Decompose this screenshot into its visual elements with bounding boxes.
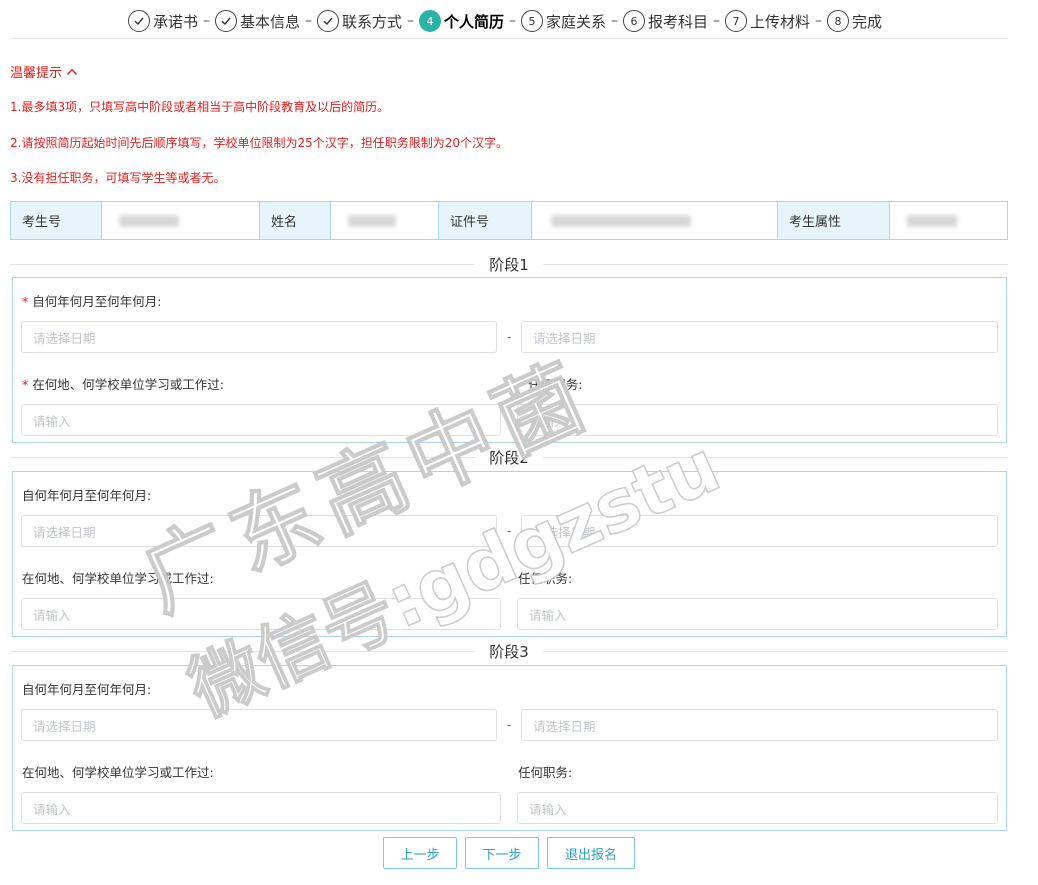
- end-date-input[interactable]: 请选择日期: [521, 515, 998, 547]
- step-number: 5: [521, 10, 543, 32]
- attr-label: 考生属性: [778, 202, 890, 239]
- step-resume: 4 个人简历: [418, 10, 504, 32]
- chevron-up-icon: [66, 67, 78, 75]
- end-date-input[interactable]: 请选择日期: [521, 321, 998, 353]
- stage-2-title: 阶段2: [10, 447, 1008, 467]
- attr-value: [890, 202, 1007, 239]
- tip-text: 3.没有担任职务，可填写学生等或者无。: [10, 171, 226, 185]
- place-label: 在何地、何学校单位学习或工作过:: [22, 765, 214, 780]
- step-commitment: 承诺书: [127, 10, 198, 32]
- step-label: 承诺书: [152, 12, 198, 31]
- candidate-info-table: 考生号 姓名 证件号 考生属性: [10, 201, 1008, 240]
- name-label: 姓名: [260, 202, 331, 239]
- step-contact: 联系方式: [316, 10, 402, 32]
- stage-2-section: 自何年何月至何年何月: 请选择日期 - 请选择日期 在何地、何学校单位学习或工作…: [12, 471, 1007, 637]
- check-circle-icon: [214, 10, 237, 32]
- place-input[interactable]: 请输入: [21, 792, 501, 824]
- step-indicator: 承诺书 – 基本信息 – 联系方式 – 4 个人简历 – 5 家庭关系 – 6 …: [0, 6, 1010, 36]
- tips-title: 温馨提示: [10, 66, 63, 81]
- tips-toggle[interactable]: 温馨提示: [10, 62, 78, 81]
- step-family: 5 家庭关系: [521, 10, 606, 32]
- end-date-input[interactable]: 请选择日期: [521, 709, 998, 741]
- step-label: 报考科目: [648, 12, 709, 31]
- duty-label: * 任何职务:: [518, 377, 583, 392]
- step-label: 基本信息: [239, 12, 300, 31]
- duty-label: 任何职务:: [518, 765, 573, 780]
- stage-3-title: 阶段3: [10, 641, 1008, 661]
- tip-text: 1.最多填3项，只填写高中阶段或者相当于高中阶段教育及以后的简历。: [10, 100, 390, 114]
- exam-no-value: [102, 202, 260, 239]
- step-label: 上传材料: [750, 12, 811, 31]
- place-input[interactable]: 请输入: [21, 404, 501, 436]
- duty-input[interactable]: 请输入: [517, 598, 998, 630]
- duty-input[interactable]: 请输入: [517, 792, 998, 824]
- stage-1-title: 阶段1: [10, 254, 1008, 274]
- id-label: 证件号: [439, 202, 532, 239]
- step-number: 6: [623, 10, 646, 32]
- date-range-label: 自何年何月至何年何月:: [22, 488, 152, 503]
- step-label: 联系方式: [341, 12, 402, 31]
- start-date-input[interactable]: 请选择日期: [21, 321, 497, 353]
- step-number: 4: [418, 10, 441, 32]
- exam-no-label: 考生号: [11, 202, 102, 239]
- place-input[interactable]: 请输入: [21, 598, 501, 630]
- place-label: 在何地、何学校单位学习或工作过:: [22, 571, 214, 586]
- step-label: 个人简历: [443, 12, 504, 31]
- step-upload: 7 上传材料: [725, 10, 810, 32]
- date-range-label: 自何年何月至何年何月:: [22, 682, 152, 697]
- place-label: * 在何地、何学校单位学习或工作过:: [22, 377, 224, 392]
- start-date-input[interactable]: 请选择日期: [21, 709, 497, 741]
- step-finish: 8 完成: [827, 10, 882, 32]
- step-label: 家庭关系: [546, 12, 607, 31]
- exit-registration-button[interactable]: 退出报名: [547, 837, 635, 869]
- next-step-button[interactable]: 下一步: [465, 837, 539, 869]
- check-circle-icon: [316, 10, 339, 32]
- step-label: 完成: [852, 12, 883, 31]
- step-number: 8: [827, 10, 850, 32]
- start-date-input[interactable]: 请选择日期: [21, 515, 497, 547]
- date-range-label: * 自何年何月至何年何月:: [22, 294, 162, 309]
- check-circle-icon: [127, 10, 150, 32]
- tip-text: 2.请按照简历起始时间先后顺序填写，学校单位限制为25个汉字，担任职务限制为20…: [10, 136, 508, 150]
- divider: [10, 38, 1008, 39]
- id-value: [532, 202, 778, 239]
- duty-input[interactable]: 请输入: [517, 404, 998, 436]
- name-value: [331, 202, 439, 239]
- step-basic-info: 基本信息: [214, 10, 300, 32]
- step-subjects: 6 报考科目: [623, 10, 708, 32]
- stage-3-section: 自何年何月至何年何月: 请选择日期 - 请选择日期 在何地、何学校单位学习或工作…: [12, 665, 1007, 831]
- duty-label: 任何职务:: [518, 571, 573, 586]
- prev-step-button[interactable]: 上一步: [383, 837, 457, 869]
- stage-1-section: * 自何年何月至何年何月: 请选择日期 - 请选择日期 * 在何地、何学校单位学习或…: [12, 277, 1007, 443]
- step-number: 7: [725, 10, 748, 32]
